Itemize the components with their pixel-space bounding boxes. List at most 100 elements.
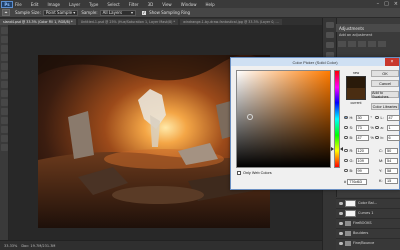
sample-size-dropdown[interactable]: Point Sample ▾: [42, 9, 79, 16]
green-radio[interactable]: [344, 158, 348, 163]
close-window-button[interactable]: ×: [394, 1, 398, 7]
brightness-icon[interactable]: [338, 41, 346, 47]
zoom-tool-icon[interactable]: [1, 144, 8, 151]
gradient-tool-icon[interactable]: [1, 108, 8, 115]
red-radio[interactable]: [344, 148, 348, 153]
lab-a-radio[interactable]: [375, 125, 379, 130]
magenta-input[interactable]: 54: [385, 157, 398, 164]
move-tool-icon[interactable]: [1, 27, 8, 34]
adjustments-header[interactable]: Adjustments: [336, 24, 400, 32]
stamp-tool-icon[interactable]: [1, 90, 8, 97]
new-color-label: new: [352, 71, 360, 75]
ok-button[interactable]: OK: [371, 70, 399, 77]
hex-label: #: [344, 179, 347, 184]
lab-l-radio[interactable]: [375, 115, 379, 120]
type-tool-icon[interactable]: [1, 126, 8, 133]
layer-row[interactable]: Boulders: [336, 228, 400, 237]
cancel-button[interactable]: Cancel: [371, 80, 399, 87]
menu-image[interactable]: Image: [47, 2, 60, 7]
eye-icon[interactable]: [339, 201, 343, 205]
current-color-swatch[interactable]: [346, 88, 366, 100]
current-color-label: current: [350, 101, 362, 105]
pen-tool-icon[interactable]: [1, 117, 8, 124]
lab-a-input[interactable]: 1: [386, 124, 400, 131]
color-picker-dialog: Color Picker (Solid Color) × new current…: [230, 57, 400, 190]
layer-row[interactable]: Color Bal...: [336, 198, 400, 207]
lab-l-input[interactable]: 47: [386, 114, 400, 121]
eye-icon[interactable]: [339, 241, 343, 245]
menu-select[interactable]: Select: [107, 2, 119, 7]
lasso-tool-icon[interactable]: [1, 45, 8, 52]
saturation-input[interactable]: 73: [355, 124, 369, 131]
close-icon[interactable]: ×: [385, 58, 399, 66]
vibrance-icon[interactable]: [378, 41, 386, 47]
hue-slider-right-arrow[interactable]: [340, 147, 343, 151]
red-field-row: R: 120: [344, 147, 369, 154]
hex-field-row: # 776d63: [344, 178, 368, 185]
zoom-level[interactable]: 33.33%: [4, 244, 17, 248]
hue-input[interactable]: 30: [355, 114, 369, 121]
levels-icon[interactable]: [348, 41, 356, 47]
character-icon[interactable]: [326, 42, 334, 48]
green-input[interactable]: 109: [355, 157, 369, 164]
hex-input[interactable]: 776d63: [347, 178, 368, 185]
cyan-input[interactable]: 50: [385, 147, 398, 154]
lab-b-input[interactable]: 6: [386, 134, 400, 141]
curves-icon[interactable]: [358, 41, 366, 47]
blue-radio[interactable]: [344, 168, 348, 173]
hand-tool-icon[interactable]: [1, 135, 8, 142]
menu-window[interactable]: Window: [181, 2, 197, 7]
properties-icon[interactable]: [326, 32, 334, 38]
only-web-colors-checkbox[interactable]: [237, 171, 241, 175]
black-field-row: K: 15 %: [379, 177, 400, 184]
saturation-radio[interactable]: [344, 125, 348, 130]
layer-row[interactable]: Fine/Bounce: [336, 238, 400, 247]
layer-thumbnail: [345, 209, 356, 217]
dialog-title[interactable]: Color Picker (Solid Color): [231, 58, 399, 66]
document-tabs: sland4.psd @ 33.3% (Color Fill 1, RGB/8)…: [0, 18, 322, 25]
menu-file[interactable]: File: [15, 2, 22, 7]
hue-radio[interactable]: [344, 115, 348, 120]
eye-icon[interactable]: [339, 211, 343, 215]
menu-edit[interactable]: Edit: [31, 2, 39, 7]
show-ring-label: Show Sampling Ring: [149, 10, 191, 15]
history-icon[interactable]: [326, 22, 334, 28]
maximize-button[interactable]: □: [384, 1, 389, 7]
hue-slider[interactable]: [334, 70, 340, 168]
black-input[interactable]: 15: [385, 177, 398, 184]
sample-dropdown[interactable]: All Layers ▾: [99, 9, 137, 16]
brightness-radio[interactable]: [344, 135, 348, 140]
marquee-tool-icon[interactable]: [1, 36, 8, 43]
yellow-input[interactable]: 58: [385, 167, 398, 174]
brush-tool-icon[interactable]: [1, 81, 8, 88]
layer-row[interactable]: FireBOOKS: [336, 218, 400, 227]
lab-b-radio[interactable]: [375, 135, 379, 140]
hue-slider-left-arrow[interactable]: [331, 147, 334, 151]
menu-type[interactable]: Type: [89, 2, 98, 7]
blue-input[interactable]: 99: [355, 167, 369, 174]
brightness-input[interactable]: 47: [355, 134, 369, 141]
menu-3d[interactable]: 3D: [148, 2, 154, 7]
red-input[interactable]: 120: [355, 147, 369, 154]
eye-icon[interactable]: [339, 221, 343, 225]
crop-tool-icon[interactable]: [1, 63, 8, 70]
color-selector-ring[interactable]: [247, 114, 253, 120]
eyedropper-icon[interactable]: ⌖: [2, 9, 10, 16]
menu-help[interactable]: Help: [205, 2, 214, 7]
sample-size-label: Sample Size:: [15, 10, 41, 15]
quick-select-tool-icon[interactable]: [1, 54, 8, 61]
add-to-swatches-button[interactable]: Add to Swatches: [371, 91, 399, 99]
eyedropper-tool-icon[interactable]: [1, 72, 8, 79]
minimize-button[interactable]: –: [377, 1, 380, 7]
eye-icon[interactable]: [339, 231, 343, 235]
layer-name: FireBOOKS: [353, 221, 372, 225]
menu-view[interactable]: View: [162, 2, 172, 7]
menu-layer[interactable]: Layer: [69, 2, 80, 7]
exposure-icon[interactable]: [368, 41, 376, 47]
color-libraries-button[interactable]: Color Libraries: [371, 103, 399, 110]
only-web-colors-row: Only Web Colors: [237, 171, 272, 175]
layer-row[interactable]: Curves 1: [336, 208, 400, 217]
menu-filter[interactable]: Filter: [129, 2, 139, 7]
show-ring-checkbox[interactable]: ✓: [142, 10, 147, 15]
eraser-tool-icon[interactable]: [1, 99, 8, 106]
